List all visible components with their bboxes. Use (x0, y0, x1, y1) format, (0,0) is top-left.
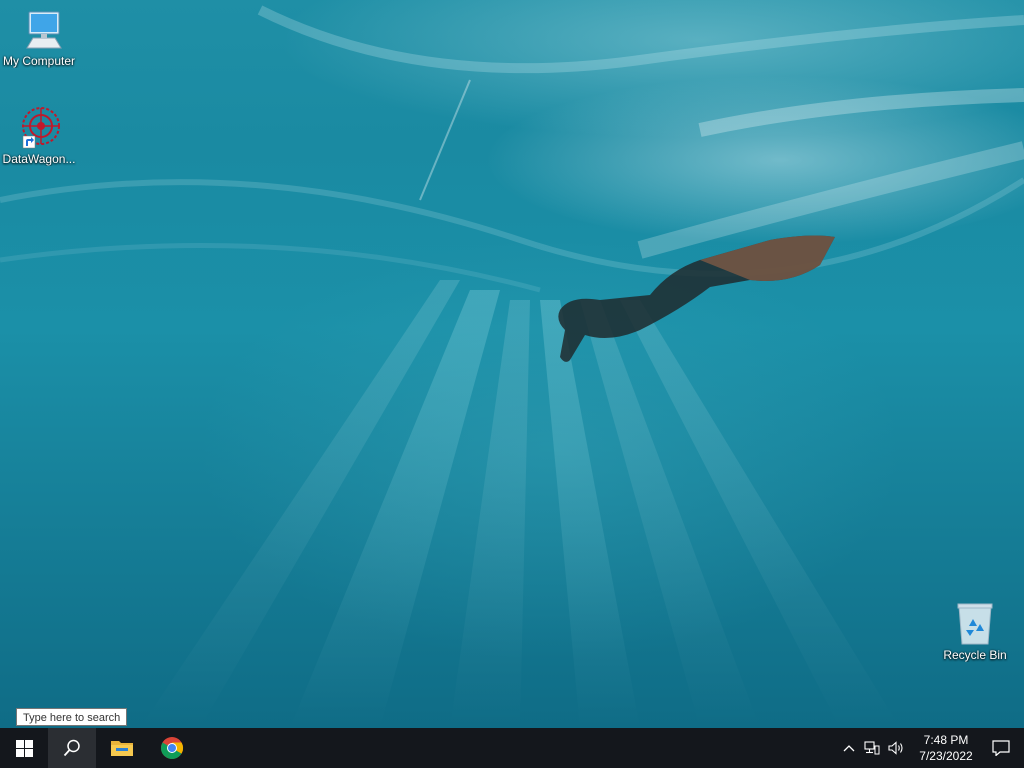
desktop-icon-datawagon[interactable]: DataWagon... (0, 106, 78, 166)
desktop-icon-my-computer[interactable]: My Computer (0, 8, 78, 68)
search-button[interactable] (48, 728, 96, 768)
swimmer-illustration (558, 235, 835, 362)
my-computer-label: My Computer (2, 54, 76, 68)
start-button[interactable] (0, 728, 48, 768)
chrome-icon (161, 737, 183, 759)
search-icon (63, 739, 80, 757)
notification-icon (992, 740, 1010, 756)
speaker-icon (887, 741, 903, 755)
wallpaper (0, 5, 1024, 728)
show-hidden-icons-button[interactable] (838, 728, 860, 768)
volume-button[interactable] (884, 728, 908, 768)
clock-date: 7/23/2022 (919, 749, 973, 763)
clock-time: 7:48 PM (923, 733, 969, 747)
datawagon-icon (15, 106, 63, 150)
network-icon (864, 741, 880, 755)
recycle-bin-icon (951, 602, 999, 646)
windows-logo-icon (15, 739, 33, 757)
search-tooltip: Type here to search (16, 708, 128, 726)
chevron-up-icon (843, 745, 855, 752)
computer-icon (15, 8, 63, 52)
file-explorer-icon (111, 741, 133, 756)
action-center-button[interactable] (978, 728, 1024, 768)
datawagon-label: DataWagon... (2, 152, 76, 166)
recycle-bin-label: Recycle Bin (943, 648, 1007, 662)
clock-button[interactable]: 7:48 PM 7/23/2022 (910, 728, 982, 768)
desktop-icon-recycle-bin[interactable]: Recycle Bin (936, 602, 1014, 662)
taskbar-file-explorer[interactable] (98, 728, 146, 768)
taskbar-chrome[interactable] (148, 728, 196, 768)
desktop[interactable]: My Computer DataWagon... Recycle Bin Typ… (0, 0, 1024, 728)
network-button[interactable] (860, 728, 884, 768)
taskbar: 7:48 PM 7/23/2022 (0, 728, 1024, 768)
